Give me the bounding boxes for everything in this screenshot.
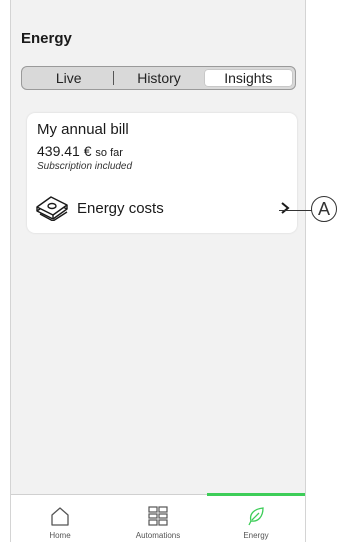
energy-costs-row[interactable]: Energy costs [35,193,290,223]
app-screen: Energy Live History Insights My annual b… [10,0,306,543]
grid-icon [148,506,168,526]
view-segmented-control: Live History Insights [21,66,296,90]
bill-amount: 439.41 € so far [37,143,123,159]
callout-leader-line [279,210,312,211]
page-title: Energy [21,30,72,47]
subscription-note: Subscription included [37,161,133,172]
tab-history[interactable]: History [114,69,203,87]
annual-bill-card: My annual bill 439.41 € so far Subscript… [27,113,297,233]
energy-costs-label: Energy costs [77,199,164,217]
tab-energy-label: Energy [243,531,269,540]
bottom-tab-bar: Home Automations Energy [11,493,305,543]
callout-marker: A [311,196,337,222]
tab-home[interactable]: Home [11,495,109,543]
tab-energy[interactable]: Energy [207,493,305,543]
tab-insights[interactable]: Insights [203,69,293,87]
tab-home-label: Home [49,531,71,540]
house-icon [51,507,69,526]
tab-live[interactable]: Live [24,69,113,87]
leaf-icon [248,507,264,526]
bill-amount-value: 439.41 € [37,143,92,159]
card-title: My annual bill [37,121,129,138]
chevron-right-icon [281,202,290,214]
money-stack-icon [36,196,68,221]
tab-automations-label: Automations [135,531,181,540]
tab-automations[interactable]: Automations [109,495,207,543]
bill-amount-suffix: so far [95,147,123,159]
